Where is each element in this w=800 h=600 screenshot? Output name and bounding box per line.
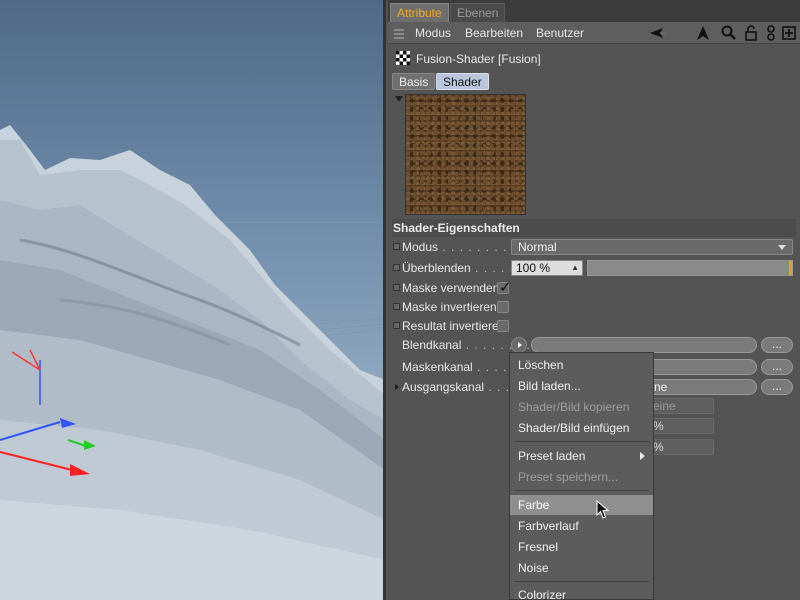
tab-ebenen[interactable]: Ebenen — [450, 3, 506, 22]
menu-separator — [514, 490, 649, 491]
menu-item-farbverlauf[interactable]: Farbverlauf — [510, 516, 653, 536]
resultat-invertieren-checkbox[interactable] — [497, 320, 509, 332]
label-maske-verwenden: Maske verwenden — [402, 281, 500, 295]
row-modus: Modus . . . . . . . . . . . . Normal — [392, 237, 796, 257]
menu-item-bild-laden[interactable]: Bild laden... — [510, 376, 653, 396]
row-resultat-invertieren: Resultat invertieren — [392, 316, 796, 336]
new-panel-icon[interactable] — [780, 24, 798, 42]
maske-verwenden-checkbox[interactable]: ✓ — [497, 279, 512, 296]
shader-preview[interactable] — [405, 94, 526, 215]
spinner-icon[interactable]: ▲ — [571, 261, 579, 275]
menu-item-shader-kopieren: Shader/Bild kopieren — [518, 400, 630, 414]
panel-tabbar: Attribute Ebenen — [388, 0, 800, 22]
menu-separator — [514, 581, 649, 582]
menu-bearbeiten[interactable]: Bearbeiten — [465, 22, 523, 44]
menu-item-noise[interactable]: Noise — [510, 558, 653, 578]
row-ueberblenden: Überblenden . . . . . . 100 % ▲ — [392, 258, 796, 278]
animate-dot-icon[interactable] — [393, 264, 400, 271]
menu-benutzer[interactable]: Benutzer — [536, 22, 584, 44]
label-ueberblenden: Überblenden . . . . . . — [402, 261, 523, 275]
object-title: Fusion-Shader [Fusion] — [416, 52, 541, 66]
animate-dot-icon[interactable] — [393, 322, 400, 329]
row-maske-invertieren: Maske invertieren — [392, 297, 796, 317]
modus-dropdown[interactable]: Normal — [511, 239, 793, 255]
subtab-basis[interactable]: Basis — [392, 73, 436, 90]
menu-modus[interactable]: Modus — [415, 22, 451, 44]
maskenkanal-more-button[interactable]: ... — [761, 359, 793, 375]
ausgangskanal-more-button[interactable]: ... — [761, 379, 793, 395]
panel-menubar: Modus Bearbeiten Benutzer — [388, 22, 800, 44]
blendkanal-more-button[interactable]: ... — [761, 337, 793, 353]
animate-dot-icon[interactable] — [393, 284, 400, 291]
animate-dot-icon[interactable] — [393, 243, 400, 250]
label-maske-invertieren: Maske invertieren — [402, 300, 497, 314]
blendkanal-arrow-button[interactable] — [511, 337, 527, 353]
chevron-down-icon — [778, 245, 786, 250]
shader-icon — [396, 51, 410, 65]
animate-dot-icon[interactable] — [393, 303, 400, 310]
link-icon[interactable] — [762, 24, 780, 42]
3d-viewport[interactable] — [0, 0, 385, 600]
ueberblenden-slider[interactable] — [587, 260, 793, 276]
menu-separator — [514, 441, 649, 442]
grip-icon[interactable] — [394, 27, 404, 39]
arrow-left-icon[interactable] — [648, 24, 666, 42]
blendkanal-field[interactable] — [531, 337, 757, 353]
preview-toggle-icon[interactable] — [395, 96, 403, 102]
ueberblenden-field[interactable]: 100 % ▲ — [511, 260, 583, 276]
hidden-field-2[interactable]: % — [648, 439, 714, 455]
section-header: Shader-Eigenschaften — [392, 219, 796, 237]
check-icon: ✓ — [499, 279, 512, 296]
expand-triangle-icon[interactable] — [395, 384, 399, 390]
menu-item-loeschen[interactable]: Löschen — [510, 355, 653, 375]
maske-invertieren-checkbox[interactable] — [497, 301, 509, 313]
search-icon[interactable] — [720, 24, 738, 42]
menu-item-shader-einfuegen[interactable]: Shader/Bild einfügen — [510, 418, 653, 438]
slider-fill — [789, 261, 792, 275]
shader-context-menu: Löschen Bild laden... Shader/Bild kopier… — [509, 352, 654, 600]
mouse-cursor-icon — [596, 500, 610, 519]
section-title: Shader-Eigenschaften — [393, 221, 520, 235]
hidden-dropdown[interactable]: eine — [648, 398, 714, 414]
terrain-render — [0, 125, 385, 600]
menu-item-colorizer[interactable]: Colorizer — [510, 585, 653, 600]
subtab-shader[interactable]: Shader — [436, 73, 489, 90]
menu-item-fresnel[interactable]: Fresnel — [510, 537, 653, 557]
object-header: Fusion-Shader [Fusion] — [388, 46, 800, 70]
menu-item-preset-speichern: Preset speichern... — [518, 470, 619, 484]
menu-item-preset-laden[interactable]: Preset laden — [510, 446, 653, 466]
hidden-field-1[interactable]: % — [648, 418, 714, 434]
submenu-arrow-icon — [640, 452, 645, 460]
viewport-divider[interactable] — [383, 0, 386, 600]
cursor-icon[interactable] — [694, 24, 712, 42]
lock-icon[interactable] — [742, 24, 760, 42]
row-maske-verwenden: Maske verwenden ✓ — [392, 278, 796, 298]
menu-item-farbe[interactable]: Farbe — [510, 495, 653, 515]
label-resultat-invertieren: Resultat invertieren — [402, 319, 506, 333]
tab-attribute[interactable]: Attribute — [390, 3, 449, 22]
